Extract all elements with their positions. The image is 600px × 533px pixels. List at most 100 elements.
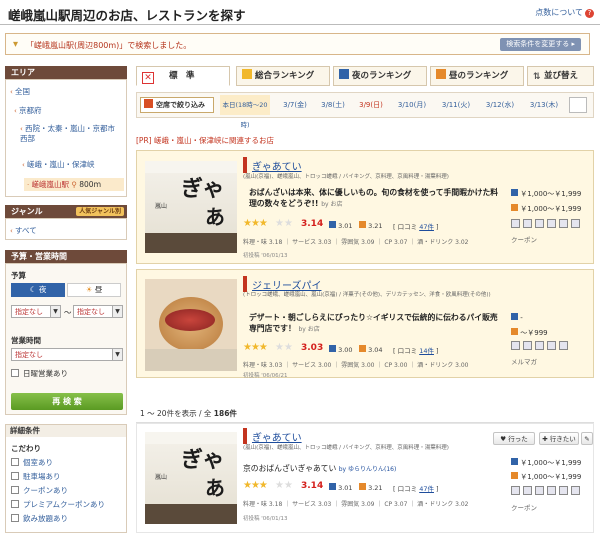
coupon-label[interactable]: クーポンあり [23, 485, 68, 496]
popular-genre-badge[interactable]: 人気ジャンル別 [76, 207, 124, 216]
budget-max-select[interactable]: 指定なし ▼ [73, 305, 123, 318]
date-3-12[interactable]: 3/12(水) [480, 95, 520, 115]
budget-min-select[interactable]: 指定なし ▼ [11, 305, 61, 318]
private-room-checkbox[interactable] [11, 458, 19, 466]
name-marker [243, 428, 247, 444]
name-marker [243, 276, 247, 292]
coupon-tag[interactable]: クーポン [511, 502, 537, 512]
moon-icon [329, 221, 336, 228]
parking-checkbox[interactable] [11, 472, 19, 480]
shop-card: ぎゃ 嵐山 あてい ぎゃあてい (嵐山(京福)、嵯峨嵐山、トロッコ嵯峨 / バイ… [136, 150, 594, 264]
coupon-checkbox[interactable] [11, 486, 19, 494]
change-conditions-button[interactable]: 検索条件を変更する ▸ [500, 38, 581, 51]
date-today[interactable]: 本日(18時〜20時) [220, 95, 270, 129]
night-score: 3.01 [329, 221, 353, 230]
shop-photo[interactable]: ぎゃ 嵐山 あてい [145, 432, 237, 524]
want-to-go-button[interactable]: ✚ 行きたい [539, 432, 579, 445]
area-item-national[interactable]: ‹ 全国 [10, 86, 30, 97]
rating-stars: ★★★ [243, 342, 268, 353]
tab-total-ranking[interactable]: 総合ランキング [236, 66, 330, 86]
shop-genre: (トロッコ嵯峨、嵯峨嵐山、嵐山(京福) / 洋菓子(その他)、デリカテッセン、洋… [243, 292, 491, 298]
shop-catch: おばんざいは本来、体に優しいもの。旬の食材を使って手間暇かけた料理の数々をどうぞ… [249, 188, 499, 208]
tab-night-ranking[interactable]: 夜のランキング [333, 66, 427, 86]
date-3-11[interactable]: 3/11(火) [436, 95, 476, 115]
sun-icon [511, 204, 518, 211]
search-summary-bar: ▾ 「嵯峨嵐山駅(周辺800m)」で検索しました。 検索条件を変更する ▸ [5, 33, 590, 55]
price-day: ～￥999 [511, 328, 548, 338]
shop-name-link[interactable]: ジェリーズパイ [252, 277, 322, 292]
shop-name-link[interactable]: ぎゃあてい [252, 429, 302, 444]
date-3-9[interactable]: 3/9(日) [354, 95, 388, 115]
feature-icons [511, 486, 580, 495]
page-title: 嵯峨嵐山駅周辺のお店、レストランを探す [8, 8, 246, 23]
area-header: エリア [5, 66, 127, 79]
moon-icon [339, 69, 349, 79]
all-you-can-drink-checkbox[interactable] [11, 514, 19, 522]
all-you-can-drink-label[interactable]: 飲み放題あり [23, 513, 68, 524]
moon-icon [511, 458, 518, 465]
coupon-tag[interactable]: クーポン [511, 234, 537, 244]
shop-name-link[interactable]: ぎゃあてい [252, 158, 302, 173]
calendar-picker-icon[interactable] [569, 97, 587, 113]
premium-coupon-checkbox[interactable] [11, 500, 19, 508]
parking-label[interactable]: 駐車場あり [23, 471, 61, 482]
shop-photo[interactable]: ぎゃ 嵐山 あてい [145, 161, 237, 253]
area-list: ‹ 全国 ‹ 京都府 ‹ 西院・太秦・嵐山・京都市西部 ‹ 嵯峨・嵐山・保津峡 … [5, 79, 127, 197]
edit-icon[interactable]: ✎ [581, 432, 593, 445]
sun-icon: ☀ [85, 285, 93, 294]
date-3-13[interactable]: 3/13(木) [524, 95, 564, 115]
tab-night[interactable]: ☾ 夜 [11, 283, 65, 297]
walk-icon: ⚲ [71, 180, 77, 189]
rating-score: 3.03 [301, 343, 324, 353]
name-marker [243, 157, 247, 173]
rating-score: 3.14 [301, 481, 324, 491]
mail-magazine-tag[interactable]: メルマガ [511, 356, 537, 366]
tab-sort[interactable]: ⇅ 並び替え [527, 66, 594, 86]
help-link[interactable]: 点数について? [535, 7, 594, 18]
genre-list: ‹ すべて [5, 218, 127, 240]
detail-scores: 料理・味 3.03 ｜ サービス 3.00 ｜ 雰囲気 3.00 ｜ CP 3.… [243, 362, 469, 369]
day-score: 3.21 [359, 221, 383, 230]
sun-icon [511, 328, 518, 335]
sunday-checkbox[interactable] [11, 369, 19, 377]
tab-lunch[interactable]: ☀ 昼 [67, 283, 121, 297]
shop-genre: (嵐山(京福)、嵯峨嵐山、トロッコ嵯峨 / バイキング、京料理、京風料理・湯葉料… [243, 445, 449, 451]
shop-catch: 京のおばんざいぎゃあてい by ゆらりんりん(16) [243, 464, 397, 473]
budget-label: 予算 [11, 271, 26, 280]
area-item-sagano[interactable]: ‹ 嵯峨・嵐山・保津峡 [22, 159, 95, 170]
area-item-saga-arashiyama[interactable]: · 嵯峨嵐山駅 ⚲ 800ｍ [24, 178, 124, 191]
calendar-icon [144, 99, 153, 108]
private-room-label[interactable]: 個室あり [23, 457, 53, 468]
night-score: 3.00 [329, 345, 353, 354]
went-button[interactable]: ♥ 行った [493, 432, 535, 445]
first-post: 初投稿 '06/01/13 [243, 516, 288, 522]
detail-scores: 料理・味 3.18 ｜ サービス 3.03 ｜ 雰囲気 3.09 ｜ CP 3.… [243, 239, 469, 246]
area-item-kyoto[interactable]: ‹ 京都府 [14, 105, 42, 116]
date-3-7[interactable]: 3/7(金) [278, 95, 312, 115]
detail-scores: 料理・味 3.18 ｜ サービス 3.03 ｜ 雰囲気 3.09 ｜ CP 3.… [243, 501, 469, 508]
heart-icon: ♥ [500, 435, 507, 443]
help-label: 点数について [535, 8, 583, 17]
night-score: 3.01 [329, 483, 353, 492]
kodawari-label: こだわり [11, 444, 41, 453]
shop-photo[interactable] [145, 279, 237, 371]
range-tilde: 〜 [64, 308, 72, 317]
crown-icon [242, 69, 252, 79]
hours-select[interactable]: 指定なし ▼ [11, 348, 123, 361]
vacancy-filter-label: 空席で絞り込み [140, 97, 214, 113]
price-night: - [511, 313, 523, 322]
tab-standard[interactable]: ✕ 標 準 [136, 66, 230, 86]
search-again-button[interactable]: 再 検 索 [11, 393, 123, 410]
rating-stars: ★★★ [243, 480, 268, 491]
genre-item-all[interactable]: ‹ すべて [10, 225, 37, 236]
detail-panel: 詳細条件 こだわり 個室あり 駐車場あり クーポンあり プレミアムクーポンあり … [5, 424, 127, 533]
tab-lunch-ranking[interactable]: 昼のランキング [430, 66, 524, 86]
date-3-8[interactable]: 3/8(土) [316, 95, 350, 115]
shop-genre: (嵐山(京福)、嵯峨嵐山、トロッコ嵯峨 / バイキング、京料理、京風料理・湯葉料… [243, 174, 449, 180]
x-icon: ✕ [142, 72, 154, 84]
area-item-west-kyoto[interactable]: ‹ 西院・太秦・嵐山・京都市西部 [20, 124, 120, 144]
moon-icon: ☾ [29, 285, 37, 294]
premium-coupon-label[interactable]: プレミアムクーポンあり [23, 499, 105, 510]
shop-card: ジェリーズパイ (トロッコ嵯峨、嵯峨嵐山、嵐山(京福) / 洋菓子(その他)、デ… [136, 269, 594, 379]
date-3-10[interactable]: 3/10(月) [392, 95, 432, 115]
